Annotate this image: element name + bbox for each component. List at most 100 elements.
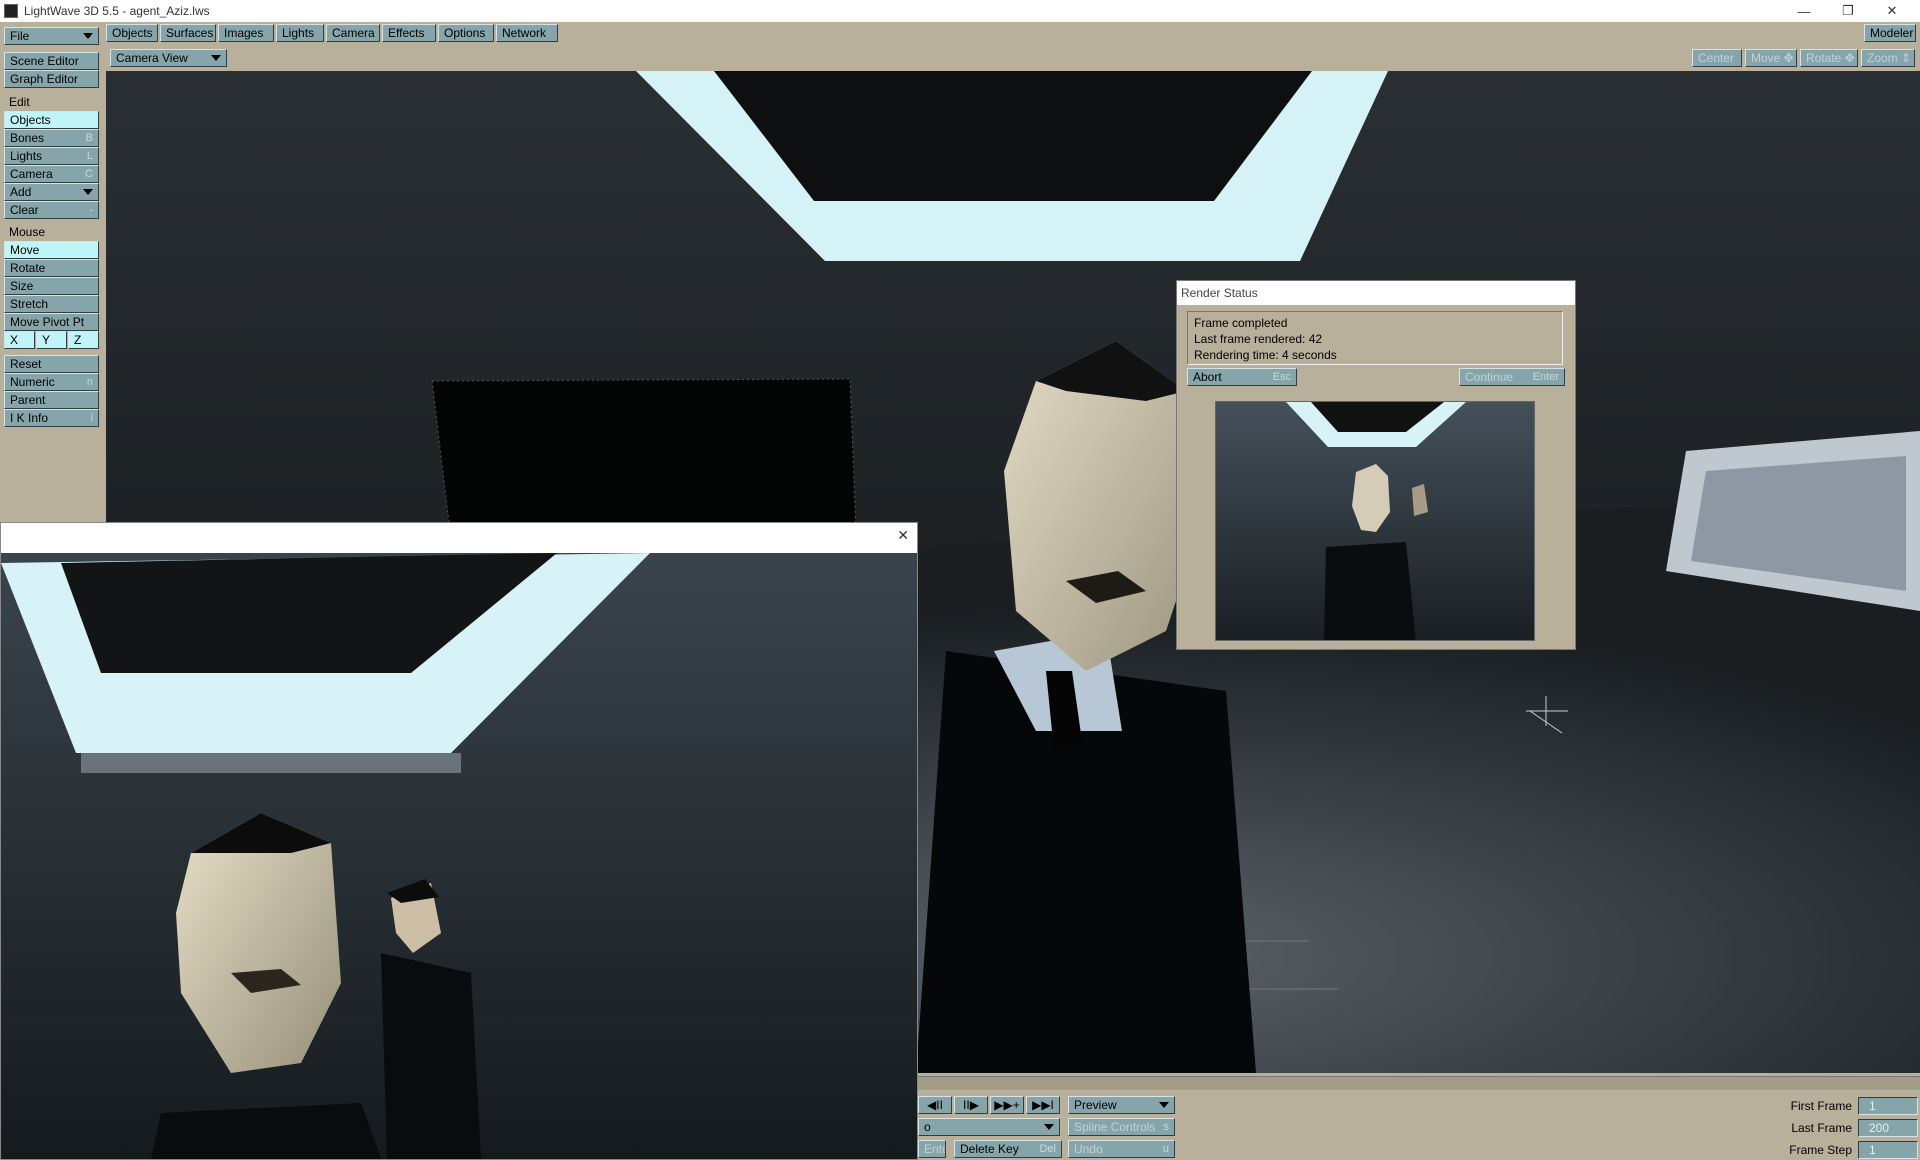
last-frame-field[interactable]: 200: [1858, 1119, 1918, 1137]
image-viewer-window: ✕: [0, 522, 918, 1160]
view-mode-select[interactable]: Camera View: [110, 49, 227, 67]
mouse-item-move[interactable]: Move: [4, 241, 99, 259]
play-forward-icon[interactable]: ▶▶+: [990, 1096, 1024, 1114]
view-mode-label: Camera View: [116, 51, 188, 65]
edit-item-clear[interactable]: Clear -: [4, 201, 99, 219]
frame-step-field[interactable]: 1: [1858, 1141, 1918, 1159]
preview-label: Preview: [1074, 1098, 1117, 1112]
close-window-icon[interactable]: ✕: [1870, 0, 1914, 22]
step-back-icon[interactable]: ◀II: [918, 1096, 952, 1114]
axis-z-toggle[interactable]: Z: [68, 331, 99, 349]
restore-icon[interactable]: ❐: [1826, 0, 1870, 22]
viewer-close-icon[interactable]: ✕: [897, 527, 909, 544]
edit-item-bones-label: Bones: [10, 131, 45, 145]
misc-item-parent-label: Parent: [10, 393, 46, 407]
misc-item-parent[interactable]: Parent: [4, 391, 99, 409]
edit-item-bones-shortcut: B: [85, 132, 93, 144]
edit-item-lights[interactable]: Lights L: [4, 147, 99, 165]
menu-tab-images[interactable]: Images: [218, 24, 274, 42]
rotate-view-button[interactable]: Rotate ✥: [1800, 49, 1858, 67]
center-button[interactable]: Center: [1692, 49, 1742, 67]
misc-item-reset-label: Reset: [10, 357, 42, 371]
delete-key-shortcut: Del: [1039, 1143, 1056, 1155]
graph-editor-button-label: Graph Editor: [10, 72, 79, 86]
last-frame-rendered-text: Last frame rendered: 42: [1194, 332, 1323, 346]
move-view-label: Move: [1751, 51, 1781, 65]
mouse-item-size[interactable]: Size: [4, 277, 99, 295]
misc-item-i-k-info-shortcut: i: [90, 412, 93, 424]
chevron-down-icon: [211, 55, 221, 61]
abort-shortcut: Esc: [1272, 371, 1291, 383]
frame-slider[interactable]: [918, 1076, 1920, 1090]
menu-tab-objects[interactable]: Objects: [106, 24, 158, 42]
first-frame-field[interactable]: 1: [1858, 1097, 1918, 1115]
first-frame-label: First Frame: [1790, 1099, 1852, 1113]
misc-item-i-k-info-label: I K Info: [10, 411, 49, 425]
minimize-icon[interactable]: —: [1782, 0, 1826, 22]
graph-editor-button[interactable]: Graph Editor: [4, 70, 99, 88]
menu-tab-network[interactable]: Network: [496, 24, 558, 42]
menu-tab-effects[interactable]: Effects: [382, 24, 436, 42]
misc-item-i-k-info[interactable]: I K Info i: [4, 409, 99, 427]
window-title: LightWave 3D 5.5 - agent_Aziz.lws: [24, 4, 210, 18]
menu-tab-surfaces[interactable]: Surfaces: [160, 24, 216, 42]
mouse-item-move-pivot-pt[interactable]: Move Pivot Pt: [4, 313, 99, 331]
edit-item-objects[interactable]: Objects: [4, 111, 99, 129]
continue-label: Continue: [1465, 370, 1514, 384]
mouse-item-stretch[interactable]: Stretch: [4, 295, 99, 313]
edit-item-bones[interactable]: Bones B: [4, 129, 99, 147]
edit-item-camera[interactable]: Camera C: [4, 165, 99, 183]
mouse-item-stretch-label: Stretch: [10, 297, 49, 311]
axis-x-toggle[interactable]: X: [4, 331, 35, 349]
enter-key-button[interactable]: Enter: [918, 1140, 946, 1158]
edit-item-camera-label: Camera: [10, 167, 53, 181]
render-status-info: Frame completed Last frame rendered: 42 …: [1187, 311, 1563, 365]
spline-shortcut: s: [1163, 1121, 1170, 1133]
undo-label: Undo: [1074, 1142, 1103, 1156]
rotate-view-label: Rotate: [1806, 51, 1842, 65]
zoom-view-button[interactable]: Zoom ⇕: [1861, 49, 1915, 67]
mouse-item-rotate[interactable]: Rotate: [4, 259, 99, 277]
menu-tab-camera[interactable]: Camera: [326, 24, 380, 42]
preview-select[interactable]: Preview: [1068, 1096, 1175, 1114]
mouse-item-move-pivot-pt-label: Move Pivot Pt: [10, 315, 85, 329]
axis-y-toggle[interactable]: Y: [36, 331, 67, 349]
menu-tab-options[interactable]: Options: [438, 24, 494, 42]
misc-item-reset[interactable]: Reset: [4, 355, 99, 373]
abort-button[interactable]: Abort Esc: [1187, 368, 1297, 386]
undo-button[interactable]: Undo u: [1068, 1140, 1175, 1158]
undo-shortcut: u: [1162, 1143, 1169, 1155]
edit-item-lights-shortcut: L: [86, 150, 93, 162]
render-status-dialog: Render Status Frame completed Last frame…: [1176, 280, 1576, 650]
delete-key-button[interactable]: Delete Key Del: [954, 1140, 1062, 1158]
key-select-label: o: [924, 1120, 931, 1134]
menu-tab-lights[interactable]: Lights: [276, 24, 324, 42]
key-select[interactable]: o: [918, 1118, 1060, 1136]
edit-item-lights-label: Lights: [10, 149, 43, 163]
frame-completed-text: Frame completed: [1194, 316, 1288, 330]
skip-end-icon[interactable]: ▶▶I: [1026, 1096, 1060, 1114]
mouse-item-size-label: Size: [10, 279, 34, 293]
misc-item-numeric[interactable]: Numeric n: [4, 373, 99, 391]
chevron-down-icon: [1044, 1124, 1054, 1130]
modeler-button[interactable]: Modeler: [1864, 24, 1916, 42]
step-forward-icon[interactable]: II▶: [954, 1096, 988, 1114]
app-icon: [4, 4, 18, 18]
continue-button[interactable]: Continue Enter: [1459, 368, 1565, 386]
render-thumbnail-scene: [1216, 402, 1534, 640]
continue-shortcut: Enter: [1532, 371, 1559, 383]
scene-editor-button-label: Scene Editor: [10, 54, 79, 68]
spline-controls-label: Spline Controls: [1074, 1120, 1156, 1134]
misc-item-numeric-label: Numeric: [10, 375, 55, 389]
edit-section-label: Edit: [0, 94, 104, 110]
move-view-button[interactable]: Move ✥: [1745, 49, 1797, 67]
file-menu[interactable]: File: [4, 27, 99, 45]
spline-controls-button[interactable]: Spline Controls s: [1068, 1118, 1175, 1136]
edit-item-add[interactable]: Add: [4, 183, 99, 201]
edit-item-clear-shortcut: -: [89, 204, 93, 216]
scene-editor-button[interactable]: Scene Editor: [4, 52, 99, 70]
mouse-section-label: Mouse: [0, 224, 104, 240]
mouse-item-rotate-label: Rotate: [10, 261, 46, 275]
edit-item-add-label: Add: [10, 185, 32, 199]
chevron-down-icon: [82, 189, 93, 195]
